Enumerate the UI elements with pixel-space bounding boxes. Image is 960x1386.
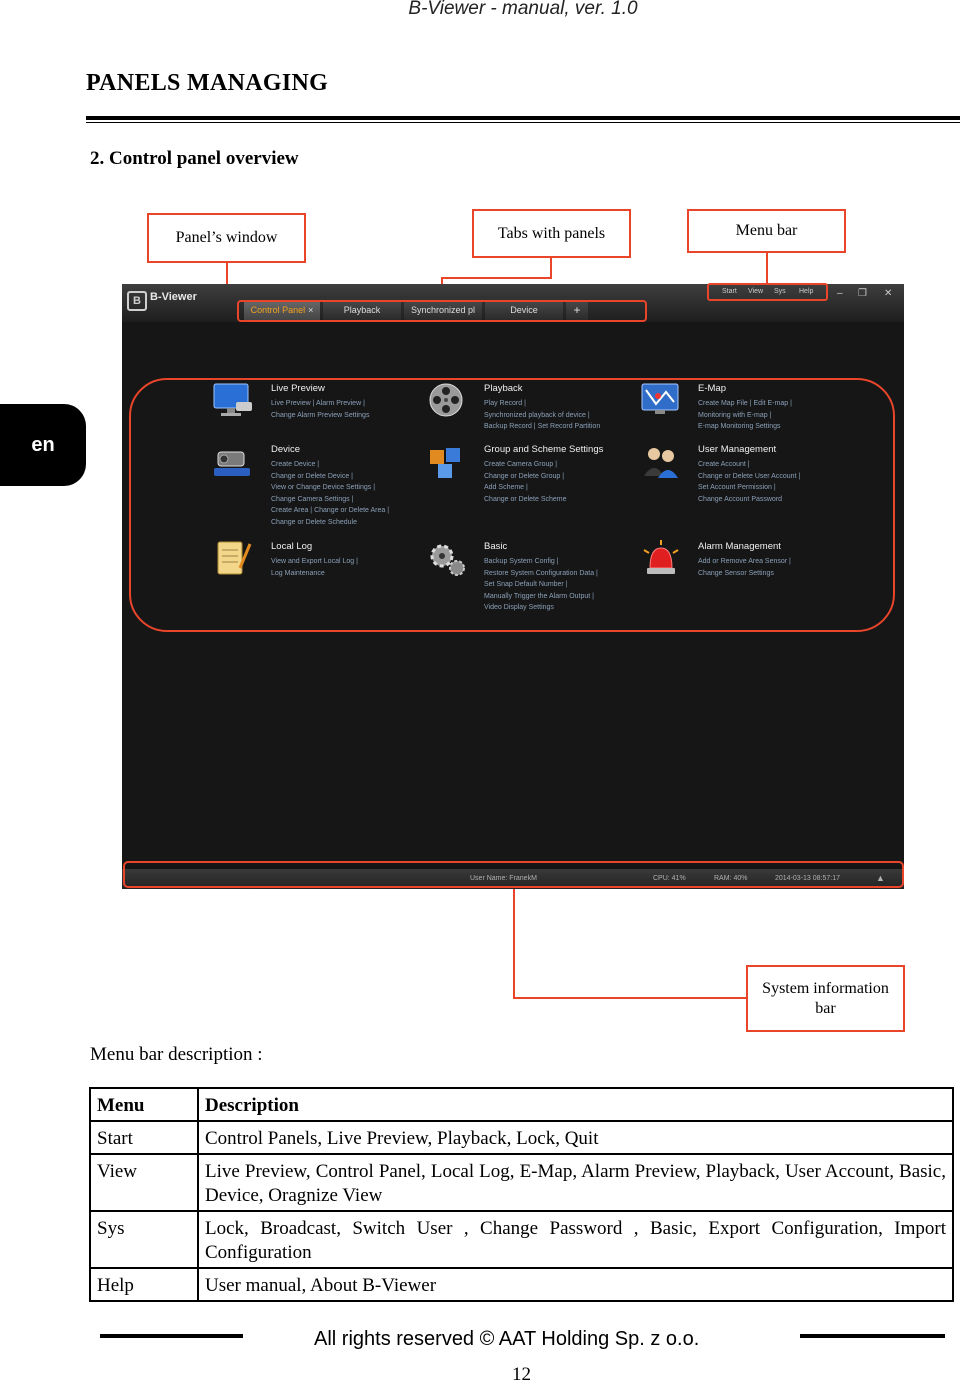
page-number: 12 — [512, 1364, 531, 1385]
close-icon[interactable]: ✕ — [884, 288, 892, 299]
table-row: View Live Preview, Control Panel, Local … — [89, 1153, 954, 1212]
b-logo-icon: B — [127, 291, 147, 311]
highlight-system-info-bar — [123, 861, 904, 888]
connector-line — [441, 277, 552, 279]
highlight-panels-window — [129, 378, 895, 632]
app-title: B-Viewer — [150, 291, 197, 303]
callout-system-info-bar: System information bar — [746, 965, 905, 1032]
callout-system-info-line2: bar — [815, 999, 836, 1017]
subsection-title: 2. Control panel overview — [90, 148, 299, 169]
connector-line — [550, 258, 552, 278]
minimize-icon[interactable]: – — [837, 288, 843, 299]
running-header: B-Viewer - manual, ver. 1.0 — [408, 0, 638, 19]
table-cell-menu: Help — [89, 1267, 199, 1302]
table-header: Menu — [89, 1087, 199, 1122]
table-cell-description: User manual, About B-Viewer — [197, 1267, 954, 1302]
table-cell-menu: Start — [89, 1120, 199, 1155]
table-row: Help User manual, About B-Viewer — [89, 1267, 954, 1302]
callout-system-info-line1: System information — [762, 979, 889, 997]
table-header: Description — [197, 1087, 954, 1122]
table-row: Sys Lock, Broadcast, Switch User , Chang… — [89, 1210, 954, 1269]
footer-rule-right — [800, 1334, 945, 1338]
table-cell-description: Lock, Broadcast, Switch User , Change Pa… — [197, 1210, 954, 1269]
menu-bar-description-label: Menu bar description : — [90, 1044, 263, 1065]
table-row: Start Control Panels, Live Preview, Play… — [89, 1120, 954, 1155]
callout-tabs-with-panels: Tabs with panels — [472, 209, 631, 258]
highlight-menu-bar — [707, 283, 828, 301]
connector-line — [766, 253, 768, 283]
table-cell-menu: Sys — [89, 1210, 199, 1269]
table-header-row: Menu Description — [89, 1087, 954, 1122]
section-title: PANELS MANAGING — [86, 70, 329, 96]
header-rule-thin — [86, 122, 960, 123]
restore-icon[interactable]: ❐ — [858, 288, 867, 299]
footer-copyright: All rights reserved © AAT Holding Sp. z … — [314, 1328, 700, 1350]
language-tab: en — [0, 404, 86, 486]
callout-panels-window: Panel’s window — [147, 213, 306, 263]
header-rule — [86, 116, 960, 120]
table-cell-description: Control Panels, Live Preview, Playback, … — [197, 1120, 954, 1155]
callout-menu-bar: Menu bar — [687, 209, 846, 253]
highlight-tabs — [237, 300, 647, 322]
connector-line — [513, 997, 747, 999]
table-cell-description: Live Preview, Control Panel, Local Log, … — [197, 1153, 954, 1212]
menu-table: Menu Description Start Control Panels, L… — [89, 1087, 954, 1302]
table-cell-menu: View — [89, 1153, 199, 1212]
connector-line — [513, 888, 515, 999]
footer-rule-left — [100, 1334, 243, 1338]
